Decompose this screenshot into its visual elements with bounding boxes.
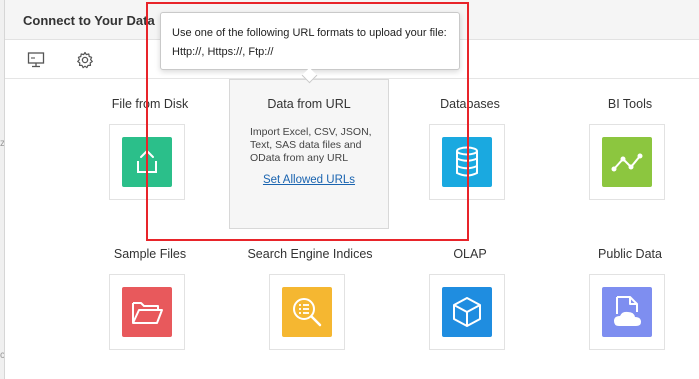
- file-from-disk-tile[interactable]: [109, 124, 185, 200]
- search-engine-indices-tile[interactable]: [269, 274, 345, 350]
- gear-icon[interactable]: [76, 51, 94, 69]
- cube-icon: [442, 287, 492, 337]
- tile-label-sample-files: Sample Files: [113, 247, 187, 261]
- databases-tile[interactable]: [429, 124, 505, 200]
- tooltip-text-line2: Http://, Https://, Ftp://: [172, 46, 274, 58]
- search-icon: [282, 287, 332, 337]
- data-from-url-description: Import Excel, CSV, JSON, Text, SAS data …: [250, 126, 372, 164]
- tile-label-public-data: Public Data: [598, 247, 662, 261]
- tile-label-bi-tools: BI Tools: [607, 97, 653, 111]
- tile-label-databases: Databases: [440, 97, 500, 111]
- public-data-tile[interactable]: [589, 274, 665, 350]
- cloud-file-icon: [602, 287, 652, 337]
- set-allowed-urls-link[interactable]: Set Allowed URLs: [230, 174, 388, 186]
- tile-label-search-engine-indices: Search Engine Indices: [247, 247, 373, 261]
- data-from-url-card[interactable]: Data from URL Import Excel, CSV, JSON, T…: [229, 79, 389, 229]
- olap-tile[interactable]: [429, 274, 505, 350]
- data-from-url-title: Data from URL: [267, 97, 351, 111]
- bi-tools-tile[interactable]: [589, 124, 665, 200]
- tile-label-file-from-disk: File from Disk: [111, 97, 189, 111]
- tile-label-olap: OLAP: [453, 247, 487, 261]
- monitor-icon[interactable]: [27, 51, 45, 69]
- tooltip-text-line1: Use one of the following URL formats to …: [172, 27, 447, 39]
- database-icon: [442, 137, 492, 187]
- sample-files-tile[interactable]: [109, 274, 185, 350]
- dialog-title: Connect to Your Data: [23, 13, 155, 28]
- url-format-tooltip: Use one of the following URL formats to …: [160, 12, 460, 84]
- upload-icon: [122, 137, 172, 187]
- chart-icon: [602, 137, 652, 187]
- folder-icon: [122, 287, 172, 337]
